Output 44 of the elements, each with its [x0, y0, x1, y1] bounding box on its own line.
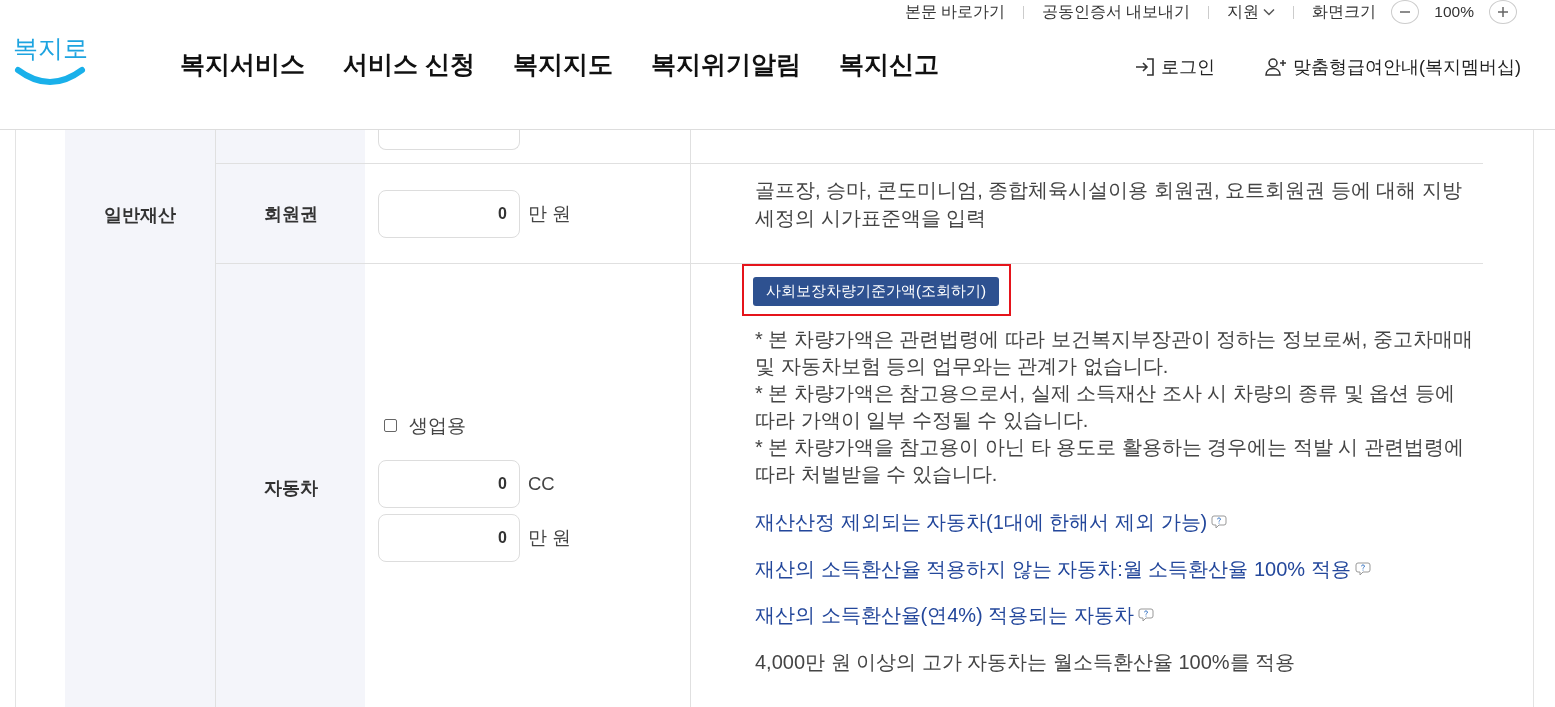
- note-text: * 본 차량가액을 참고용이 아닌 타 용도로 활용하는 경우에는 적발 시 관련법령에 따라 처벌받을 수 있습니다.: [755, 435, 1465, 487]
- input-field[interactable]: [378, 130, 520, 150]
- minus-icon: [1400, 11, 1411, 13]
- zoom-value: 100%: [1434, 3, 1474, 21]
- category-label: 일반재산: [104, 204, 176, 227]
- nav-menu-item[interactable]: 복지위기알림: [650, 49, 801, 79]
- footnote-text: 4,000만 원 이상의 고가 자동차는 월소득환산율 100%를 적용: [755, 649, 1297, 675]
- help-bubble-icon[interactable]: [1354, 561, 1371, 576]
- vehicle-price-lookup-button[interactable]: 사회보장차량기준가액(조회하기): [753, 277, 1000, 306]
- utility-link[interactable]: 본문 바로가기: [904, 1, 1006, 23]
- plus-icon: [1498, 7, 1508, 17]
- checkbox[interactable]: [384, 419, 397, 432]
- smile-curve-icon: [14, 66, 86, 86]
- info-link[interactable]: 재산산정 제외되는 자동차(1대에 한해서 제외 가능): [755, 508, 1208, 536]
- login-link[interactable]: 로그인: [1135, 55, 1215, 79]
- amount-input[interactable]: 0: [378, 189, 520, 238]
- row-label: 회원권: [263, 202, 318, 226]
- note-text: * 본 차량가액은 관련법령에 따라 보건복지부장관이 정하는 정보로써, 중고차매매 및 자동차보험 등의 업무와는 관계가 없습니다.: [755, 327, 1474, 379]
- info-link[interactable]: 재산의 소득환산율 적용하지 않는 자동차:월 소득환산율 100% 적용: [755, 554, 1351, 583]
- unit-label: 만 원: [528, 202, 572, 226]
- user-add-icon: [1265, 58, 1287, 76]
- checkbox-label: 생업용: [409, 414, 466, 438]
- unit-label: 만 원: [528, 526, 572, 550]
- help-bubble-icon[interactable]: [1137, 608, 1154, 622]
- note-text: * 본 차량가액은 참고용으로서, 실제 소득재산 조사 시 차량의 종류 및 옵션 등에 따라 가액이 일부 수정될 수 있습니다.: [755, 381, 1457, 433]
- zoom-out-button[interactable]: [1391, 0, 1420, 24]
- zoom-label: 화면크기: [1312, 1, 1377, 22]
- amount-input[interactable]: 0: [378, 459, 520, 508]
- chevron-down-icon: [1263, 8, 1276, 16]
- zoom-in-button[interactable]: [1489, 0, 1517, 24]
- membership-link[interactable]: 맞춤형급여안내(복지멤버십): [1265, 55, 1521, 79]
- nav-menu-item[interactable]: 복지서비스: [180, 49, 305, 79]
- utility-link[interactable]: 공동인증서 내보내기: [1042, 1, 1191, 23]
- amount-input[interactable]: 0: [378, 513, 520, 562]
- nav-menu-item[interactable]: 복지지도: [512, 49, 613, 79]
- help-bubble-icon[interactable]: [1211, 515, 1228, 529]
- language-dropdown[interactable]: 지원: [1227, 1, 1276, 23]
- description-text: 골프장, 승마, 콘도미니엄, 종합체육시설이용 회원권, 요트회원권 등에 대해 지방세정의 시가표준액을 입력: [754, 178, 1463, 231]
- unit-label: CC: [528, 472, 555, 495]
- nav-menu-item[interactable]: 복지신고: [838, 49, 939, 79]
- row-label: 자동차: [263, 476, 318, 500]
- login-icon: [1135, 58, 1155, 76]
- info-link[interactable]: 재산의 소득환산율(연4%) 적용되는 자동차: [755, 601, 1134, 629]
- nav-menu-item[interactable]: 서비스 신청: [343, 49, 475, 79]
